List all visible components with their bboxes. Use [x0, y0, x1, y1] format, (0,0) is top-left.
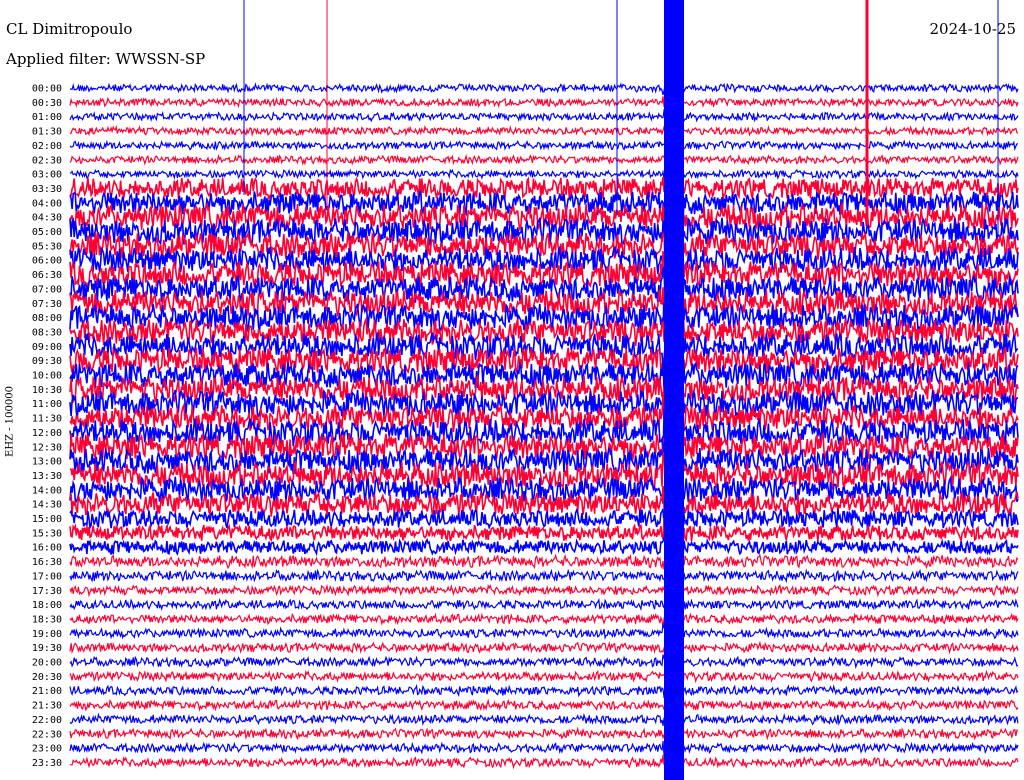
time-tick-label: 04:00 — [32, 198, 62, 209]
trace-line-2200 — [69, 712, 1019, 728]
time-tick-label: 00:30 — [32, 98, 62, 109]
time-tick-label: 05:30 — [32, 241, 62, 252]
trace-line-2100 — [69, 681, 1019, 700]
trace-line-1900 — [69, 622, 1019, 640]
time-tick-label: 06:30 — [32, 270, 62, 281]
trace-line-2330 — [70, 752, 1019, 772]
trace-line-1630 — [69, 551, 1019, 571]
time-tick-label: 22:30 — [32, 729, 62, 740]
time-tick-label: 09:30 — [32, 356, 62, 367]
event-column — [664, 0, 684, 780]
time-tick-label: 23:00 — [32, 744, 62, 755]
time-tick-label: 20:00 — [32, 658, 62, 669]
seismogram-plot: 00:00 00:30 01:00 01:30 02:00 02:30 03:00 03:30… — [32, 0, 1019, 780]
trace-line-2130 — [69, 695, 1019, 715]
trace-line-0000 — [69, 78, 1019, 96]
time-tick-label: 07:30 — [32, 299, 62, 310]
time-tick-label: 12:30 — [32, 442, 62, 453]
trace-line-0200 — [69, 138, 1019, 153]
time-tick-label: 18:00 — [32, 600, 62, 611]
time-tick-label: 03:30 — [32, 184, 62, 195]
time-tick-label: 02:30 — [32, 155, 62, 166]
time-tick-label: 08:30 — [32, 327, 62, 338]
trace-line-1830 — [69, 609, 1019, 629]
time-tick-label: 23:30 — [32, 758, 62, 769]
trace-line-1800 — [69, 595, 1019, 615]
trace-line-2000 — [69, 652, 1019, 672]
time-tick-label: 12:00 — [32, 428, 62, 439]
time-tick-label: 16:00 — [32, 543, 62, 554]
time-tick-label: 01:00 — [32, 112, 62, 123]
time-tick-label: 05:00 — [32, 227, 62, 238]
trace-line-2030 — [69, 668, 1019, 689]
time-tick-label: 21:00 — [32, 686, 62, 697]
time-tick-label: 11:00 — [32, 399, 62, 410]
time-tick-label: 08:00 — [32, 313, 62, 324]
time-tick-label: 03:00 — [32, 170, 62, 181]
trace-line-0300 — [69, 165, 1019, 182]
time-tick-label: 17:00 — [32, 571, 62, 582]
trace-line-0130 — [69, 120, 1019, 137]
time-tick-label: 04:30 — [32, 213, 62, 224]
time-tick-label: 22:00 — [32, 715, 62, 726]
trace-line-0230 — [69, 153, 1019, 167]
time-tick-label: 11:30 — [32, 414, 62, 425]
trace-line-2230 — [69, 723, 1019, 744]
time-tick-label: 13:30 — [32, 471, 62, 482]
time-tick-label: 10:00 — [32, 371, 62, 382]
time-tick-label: 01:30 — [32, 127, 62, 138]
helicorder-chart: CL Dimitropoulo Applied filter: WWSSN-SP… — [0, 0, 1024, 780]
time-tick-label: 19:00 — [32, 629, 62, 640]
time-tick-label: 19:30 — [32, 643, 62, 654]
trace-line-1700 — [69, 568, 1019, 585]
trace-line-2300 — [69, 740, 1019, 759]
time-tick-label: 07:00 — [32, 284, 62, 295]
trace-line-0100 — [69, 108, 1019, 123]
time-tick-label: 17:30 — [32, 586, 62, 597]
time-tick-label: 20:30 — [32, 672, 62, 683]
time-tick-label: 02:00 — [32, 141, 62, 152]
time-tick-label: 15:00 — [32, 514, 62, 525]
trace-line-1600 — [69, 534, 1019, 562]
trace-line-0030 — [69, 96, 1019, 111]
time-tick-label: 14:00 — [32, 485, 62, 496]
time-tick-label: 15:30 — [32, 528, 62, 539]
time-tick-label: 13:00 — [32, 457, 62, 468]
trace-line-1930 — [69, 640, 1019, 656]
time-tick-label: 14:30 — [32, 500, 62, 511]
time-tick-label: 00:00 — [32, 84, 62, 95]
time-tick-label: 18:30 — [32, 614, 62, 625]
time-tick-label: 06:00 — [32, 256, 62, 267]
time-tick-label: 10:30 — [32, 385, 62, 396]
time-tick-label: 21:30 — [32, 701, 62, 712]
time-tick-label: 16:30 — [32, 557, 62, 568]
time-tick-label: 09:00 — [32, 342, 62, 353]
trace-line-1730 — [69, 580, 1019, 598]
